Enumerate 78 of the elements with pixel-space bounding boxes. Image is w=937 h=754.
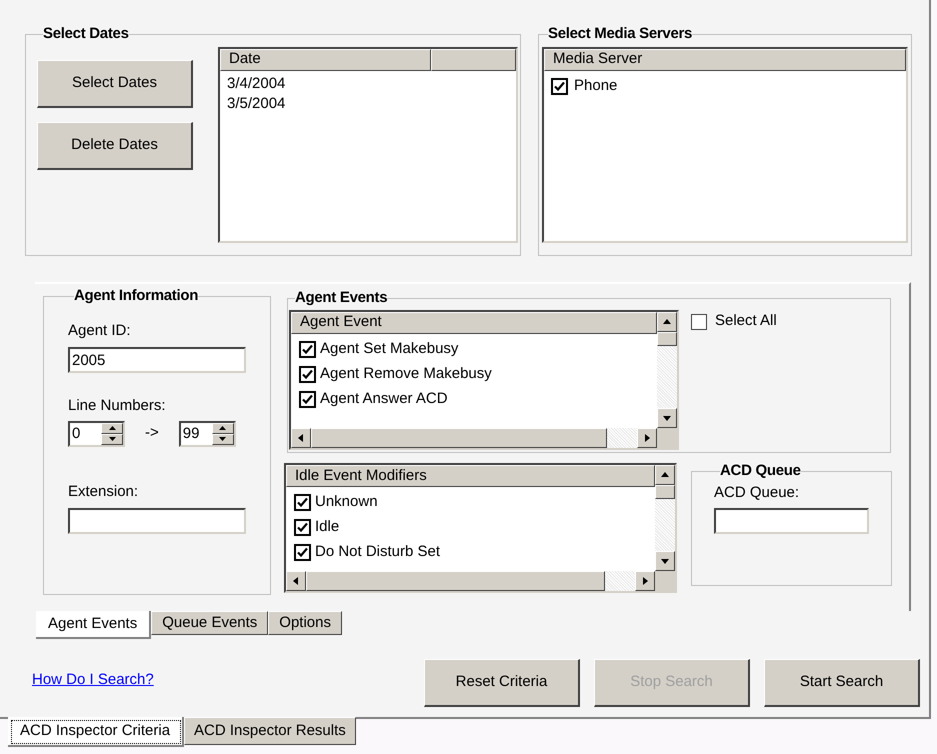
scroll-right-button[interactable] <box>635 571 655 591</box>
date-entry[interactable]: 3/5/2004 <box>227 94 516 114</box>
list-item-label: Agent Remove Makebusy <box>320 364 492 384</box>
scrollbar-corner <box>655 571 675 591</box>
triangle-down-icon <box>660 556 670 566</box>
group-title: Agent Events <box>295 288 388 308</box>
help-link[interactable]: How Do I Search? <box>32 669 154 692</box>
group-title: Select Media Servers <box>548 24 692 44</box>
vertical-scrollbar[interactable] <box>655 465 675 571</box>
range-arrow: -> <box>145 423 159 444</box>
scroll-thumb[interactable] <box>657 332 677 346</box>
list-item-label: Agent Set Makebusy <box>320 338 458 359</box>
column-header: Agent Event <box>291 312 657 334</box>
field-label: Extension: <box>68 482 140 502</box>
column-header: Idle Event Modifiers <box>286 465 655 487</box>
list-item-label: Unknown <box>315 492 378 512</box>
scroll-up-button[interactable] <box>655 465 675 485</box>
action-button[interactable]: Select Dates <box>37 60 193 108</box>
list-item-label: Phone <box>574 76 618 96</box>
tab[interactable]: ACD Inspector Results <box>184 717 356 745</box>
number-spinner[interactable]: 0 <box>68 420 125 446</box>
scroll-right-button[interactable] <box>637 428 657 448</box>
triangle-up-icon <box>219 426 226 430</box>
action-button[interactable]: Reset Criteria <box>424 659 580 707</box>
scrollbar-corner <box>657 428 677 448</box>
triangle-left-icon <box>291 576 301 586</box>
list-item-label: Idle <box>315 517 340 538</box>
checkbox[interactable] <box>691 314 707 330</box>
tab[interactable]: ACD Inspector Criteria <box>8 717 184 747</box>
triangle-up-icon <box>660 470 670 480</box>
tab[interactable]: Options <box>268 611 342 635</box>
column-header: Media Server <box>544 48 906 70</box>
scroll-down-button[interactable] <box>655 551 675 571</box>
group-title: Select Dates <box>43 24 129 44</box>
scroll-thumb[interactable] <box>311 428 607 448</box>
triangle-down-icon <box>219 437 226 441</box>
triangle-down-icon <box>108 437 116 441</box>
spinner-value: 99 <box>182 424 200 444</box>
number-spinner[interactable]: 99 <box>178 420 236 446</box>
action-button[interactable]: Delete Dates <box>37 122 193 170</box>
scroll-left-button[interactable] <box>291 428 311 448</box>
checkbox[interactable] <box>294 519 311 536</box>
field-label: Agent ID: <box>68 320 132 340</box>
triangle-right-icon <box>642 432 652 442</box>
triangle-left-icon <box>296 432 306 442</box>
extension-field[interactable] <box>68 508 246 534</box>
triangle-right-icon <box>640 576 650 586</box>
list-item-label: Agent Answer ACD <box>320 388 448 409</box>
action-button[interactable]: Start Search <box>764 659 920 707</box>
list-item-label: Do Not Disturb Set <box>315 542 440 562</box>
group-title: ACD Queue <box>720 461 801 481</box>
triangle-up-icon <box>662 316 672 326</box>
field-label: ACD Queue: <box>714 482 800 502</box>
horizontal-scrollbar[interactable] <box>291 428 657 448</box>
date-entry[interactable]: 3/4/2004 <box>227 74 516 94</box>
checkbox[interactable] <box>294 494 311 511</box>
scroll-down-button[interactable] <box>657 408 677 428</box>
vertical-scrollbar[interactable] <box>657 312 677 428</box>
agent-id-field[interactable]: 2005 <box>68 347 246 373</box>
scroll-left-button[interactable] <box>286 571 306 591</box>
horizontal-scrollbar[interactable] <box>286 571 655 591</box>
checkbox[interactable] <box>299 366 316 382</box>
scroll-up-button[interactable] <box>657 312 677 332</box>
column-header: Date <box>220 48 431 70</box>
spinner-value: 0 <box>71 424 82 444</box>
field-label: Line Numbers: <box>68 396 167 416</box>
group-title: Agent Information <box>74 286 198 306</box>
triangle-up-icon <box>108 426 116 430</box>
checkbox-label: Select All <box>715 311 777 332</box>
checkbox[interactable] <box>294 544 311 561</box>
scroll-thumb[interactable] <box>655 485 675 499</box>
checkbox[interactable] <box>299 340 316 358</box>
tab[interactable]: Agent Events <box>36 611 152 639</box>
tab[interactable]: Queue Events <box>151 611 268 635</box>
acd-queue-field[interactable] <box>714 508 869 534</box>
scroll-thumb[interactable] <box>306 571 605 591</box>
checkbox[interactable] <box>299 390 316 408</box>
checkbox[interactable] <box>551 78 568 95</box>
